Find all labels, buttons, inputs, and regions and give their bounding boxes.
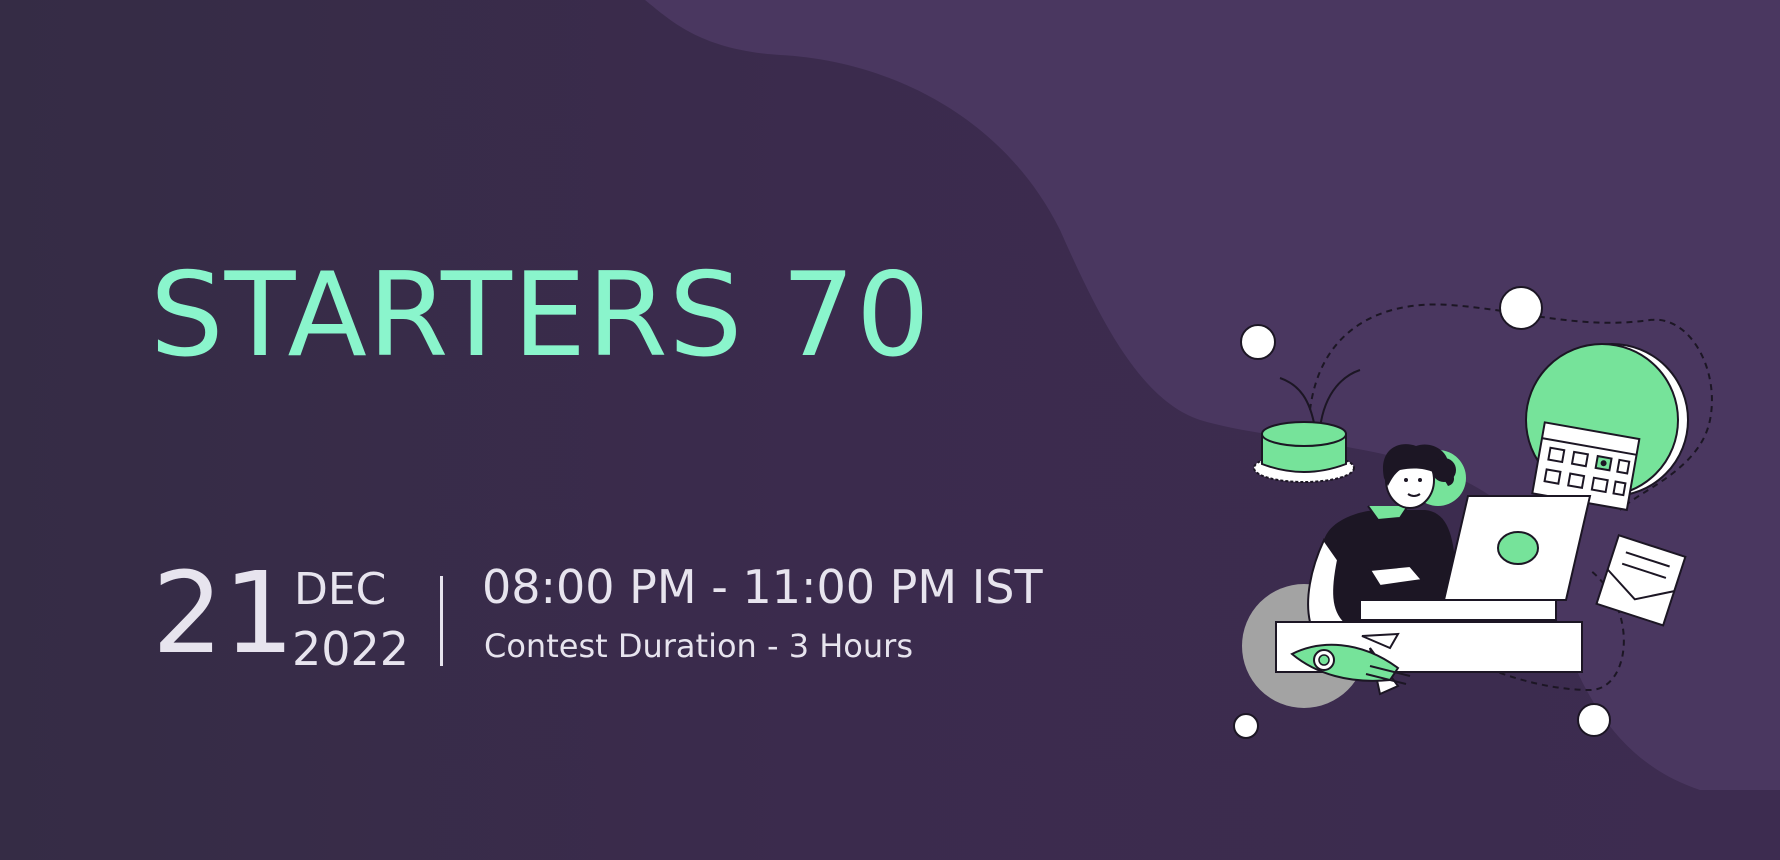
date-month: DEC (294, 564, 387, 615)
person-at-laptop-icon (1233, 286, 1713, 739)
contest-time-range: 08:00 PM - 11:00 PM IST (482, 560, 1043, 614)
date-day: 21 (152, 549, 295, 679)
contest-duration: Contest Duration - 3 Hours (484, 627, 913, 665)
dot-icon (1499, 286, 1543, 330)
cake-icon (1253, 369, 1361, 483)
dot-icon (1577, 703, 1611, 737)
date-year: 2022 (292, 622, 410, 676)
dot-icon (1233, 713, 1259, 739)
envelope-icon (1595, 533, 1687, 627)
date-time-divider (440, 576, 443, 666)
dot-icon (1240, 324, 1276, 360)
contest-title: STARTERS 70 (150, 248, 931, 383)
